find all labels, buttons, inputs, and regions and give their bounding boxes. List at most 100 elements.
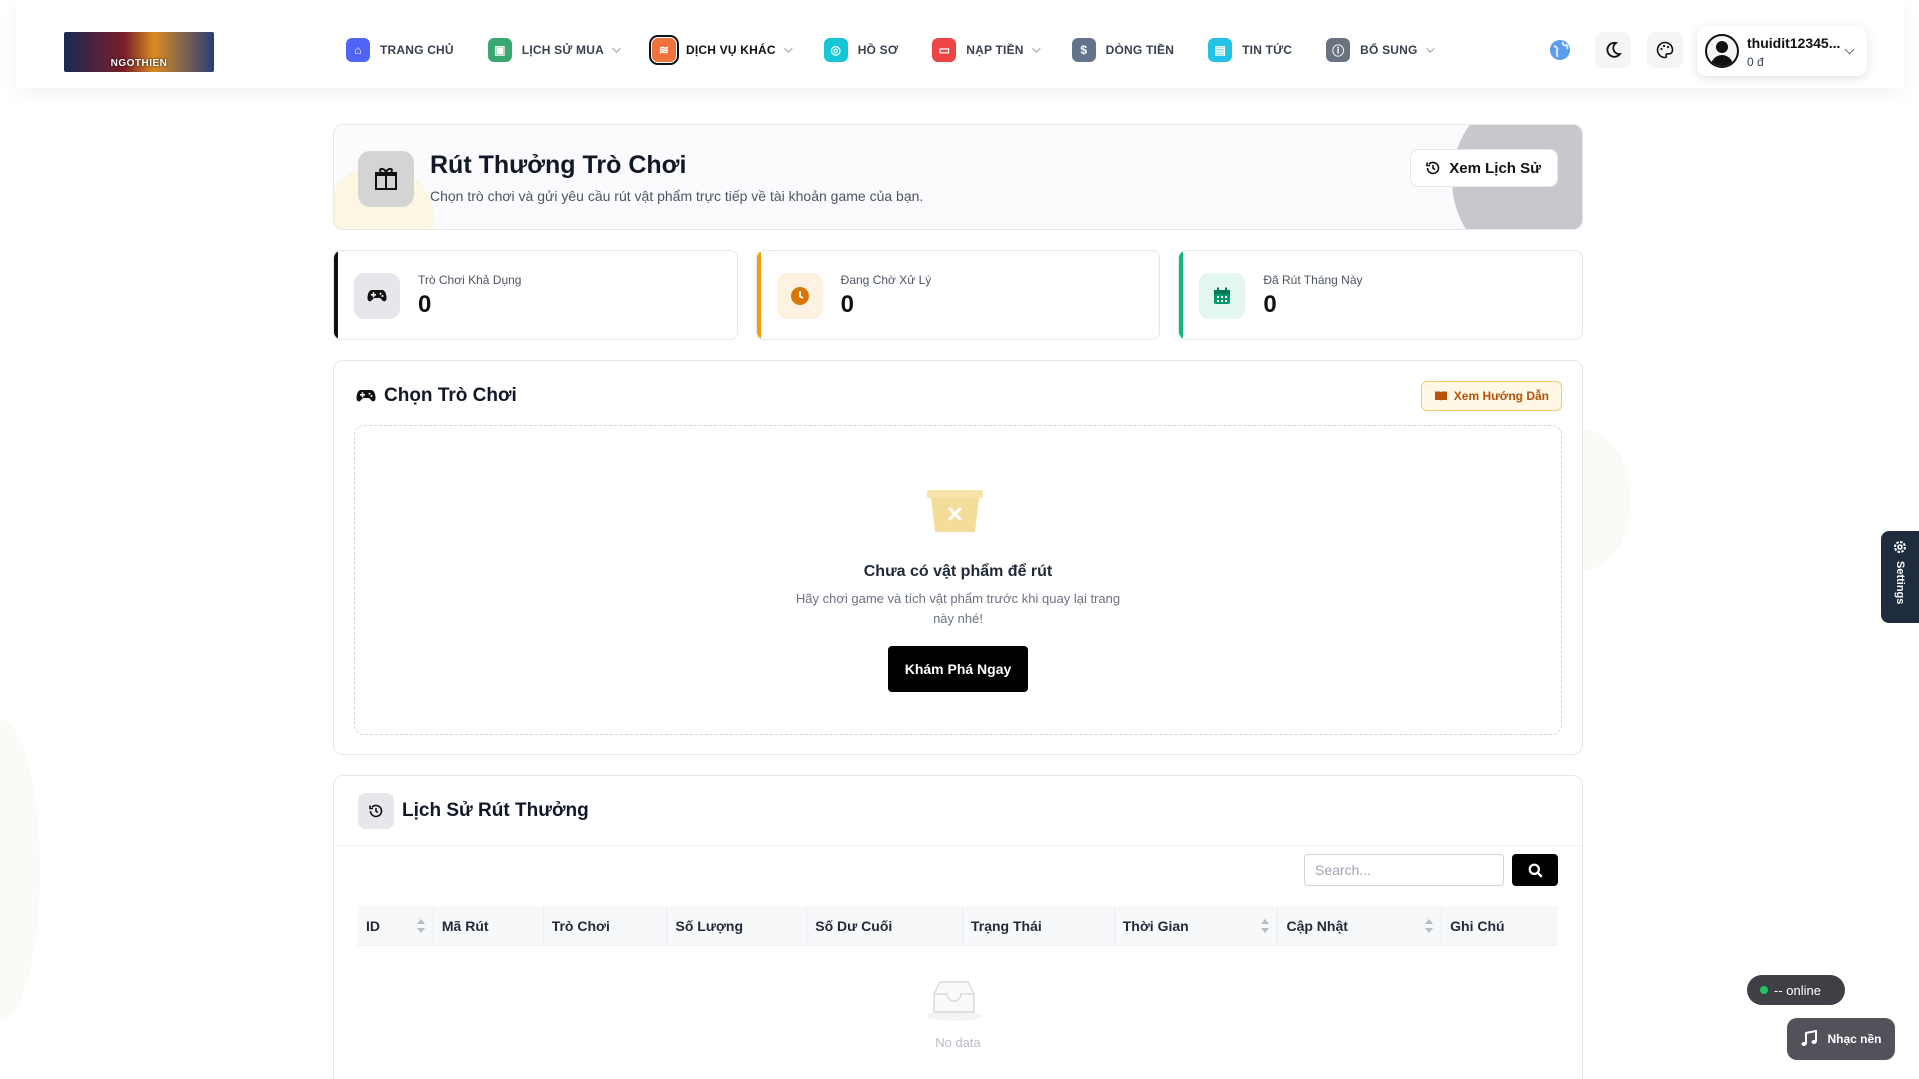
table-header: ID Mã Rút Trò Chơi Số Lượng Số Dư Cuối Trạng … (358, 906, 1558, 946)
column-header-label: Số Lượng (675, 917, 744, 934)
nav-item-label: DÒNG TIỀN (1105, 43, 1175, 57)
info-icon: ⓘ (1326, 38, 1351, 62)
stat-value: 0 (418, 291, 432, 318)
column-header[interactable]: Cập Nhật (1278, 906, 1443, 945)
top-navbar: NGOTHIEN ⌂ TRANG CHỦ ▣ LỊCH SỬ MUA ≋ DỊCH VỤ … (16, 0, 1904, 88)
stat-label: Đã Rút Tháng Này (1263, 273, 1363, 287)
wallet-icon: ▭ (932, 38, 957, 62)
stat-accent-bar (756, 251, 761, 339)
moon-icon (1606, 41, 1622, 58)
nav-item-4[interactable]: ▭ NẠP TIỀN (932, 38, 1041, 62)
stat-value: 0 (1263, 291, 1277, 318)
section-title-text: Chọn Trò Chơi (384, 385, 517, 406)
column-header-label: Cập Nhật (1286, 917, 1348, 934)
background-music-button[interactable]: Nhạc nền (1787, 1018, 1895, 1060)
view-history-label: Xem Lịch Sử (1449, 159, 1541, 177)
news-icon: ▤ (1208, 38, 1233, 62)
page-subtitle: Chọn trò chơi và gửi yêu cầu rút vật phẩ… (430, 188, 924, 204)
user-circle-icon: ◎ (823, 38, 848, 62)
gamepad-icon (356, 390, 376, 402)
column-header[interactable]: Số Dư Cuối (807, 906, 963, 945)
page-title: Rút Thưởng Trò Chơi (430, 151, 687, 179)
search-input[interactable] (1304, 854, 1504, 886)
choose-game-card: Chọn Trò Chơi Xem Hướng Dẫn Chưa có vật … (333, 360, 1583, 755)
search-icon (1528, 863, 1543, 878)
clock-icon (776, 273, 823, 319)
user-balance: 0 đ (1747, 55, 1764, 69)
chevron-down-icon (612, 44, 621, 53)
gear-icon (1894, 541, 1906, 553)
nav-item-label: HỒ SƠ (857, 43, 899, 57)
history-title: Lịch Sử Rút Thưởng (402, 800, 589, 821)
view-guide-label: Xem Hướng Dẫn (1453, 389, 1549, 403)
column-header-label: Số Dư Cuối (815, 917, 893, 934)
nav-item-6[interactable]: ▤ TIN TỨC (1208, 38, 1292, 62)
gamepad-icon (354, 273, 400, 319)
column-header[interactable]: Trạng Thái (963, 906, 1115, 945)
background-shape (0, 720, 40, 1020)
dollar-icon: $ (1071, 38, 1096, 62)
main-nav: ⌂ TRANG CHỦ ▣ LỊCH SỬ MUA ≋ DỊCH VỤ KHÁC ◎ HỒ S… (346, 35, 1466, 65)
column-header[interactable]: Số Lượng (667, 906, 808, 945)
nav-item-1[interactable]: ▣ LỊCH SỬ MUA (487, 38, 621, 62)
home-icon: ⌂ (346, 38, 370, 62)
empty-description: Hãy chơi game và tích vật phẩm trước khi… (795, 591, 1121, 626)
background-music-label: Nhạc nền (1827, 1032, 1882, 1046)
nav-item-7[interactable]: ⓘ BỔ SUNG (1326, 38, 1435, 62)
dark-mode-button[interactable] (1595, 32, 1631, 68)
nav-item-2[interactable]: ≋ DỊCH VỤ KHÁC (648, 35, 793, 65)
chevron-down-icon (1425, 44, 1435, 53)
settings-side-tab[interactable]: Settings (1881, 531, 1919, 623)
nav-item-5[interactable]: $ DÒNG TIỀN (1071, 38, 1175, 62)
logo-text: NGOTHIEN (110, 58, 168, 69)
nav-item-label: DỊCH VỤ KHÁC (685, 43, 776, 57)
view-history-button[interactable]: Xem Lịch Sử (1410, 149, 1558, 187)
site-logo[interactable]: NGOTHIEN (64, 32, 214, 72)
calendar-icon (1199, 273, 1246, 319)
online-status-badge: -- online (1747, 975, 1845, 1005)
avatar (1705, 34, 1739, 68)
nav-item-label: BỔ SUNG (1360, 43, 1418, 57)
stat-card: Đã Rút Tháng Này 0 (1178, 250, 1584, 340)
stat-accent-bar (1179, 251, 1184, 339)
stat-card: Đang Chờ Xử Lý 0 (755, 250, 1161, 340)
column-header-label: Thời Gian (1122, 917, 1189, 934)
history-icon (358, 793, 394, 829)
column-header[interactable]: ID (358, 906, 434, 945)
explore-now-button[interactable]: Khám Phá Ngay (888, 646, 1028, 692)
stat-label: Đang Chờ Xử Lý (840, 273, 932, 287)
view-guide-button[interactable]: Xem Hướng Dẫn (1420, 381, 1562, 411)
nav-item-0[interactable]: ⌂ TRANG CHỦ (346, 38, 454, 62)
section-title: Chọn Trò Chơi (356, 385, 517, 407)
nav-item-label: NẠP TIỀN (966, 43, 1024, 57)
theme-palette-button[interactable] (1647, 32, 1683, 68)
column-header-label: Mã Rút (441, 917, 489, 934)
sort-icon[interactable] (416, 919, 425, 933)
page-header-card: Rút Thưởng Trò Chơi Chọn trò chơi và gửi… (333, 124, 1583, 230)
sort-icon[interactable] (1425, 919, 1434, 933)
user-menu[interactable]: thuidit12345... 0 đ (1697, 26, 1867, 76)
column-header-label: Trạng Thái (970, 917, 1042, 934)
history-icon (1426, 161, 1440, 175)
empty-title: Chưa có vật phẩm để rút (863, 563, 1053, 580)
column-header[interactable]: Ghi Chú (1442, 906, 1558, 945)
column-header[interactable]: Trò Chơi (544, 906, 668, 945)
globe-icon (1550, 40, 1570, 60)
stat-card: Trò Chơi Khả Dụng 0 (333, 250, 738, 340)
stats-row: Trò Chơi Khả Dụng 0 Đang Chờ Xử Lý 0 Đã Rút … (333, 250, 1584, 340)
nav-item-3[interactable]: ◎ HỒ SƠ (823, 38, 899, 62)
sort-icon[interactable] (1261, 919, 1270, 933)
chevron-down-icon (1031, 44, 1041, 53)
withdraw-history-card: Lịch Sử Rút Thưởng ID Mã Rút Trò Chơi Số Lư… (333, 775, 1583, 1079)
nav-item-label: LỊCH SỬ MUA (521, 43, 604, 57)
search-button[interactable] (1512, 854, 1558, 886)
online-count: -- online (1774, 982, 1821, 998)
language-button[interactable] (1542, 32, 1578, 68)
main-content: Rút Thưởng Trò Chơi Chọn trò chơi và gửi… (333, 124, 1584, 1079)
column-header[interactable]: Thời Gian (1115, 906, 1279, 945)
stat-accent-bar (334, 251, 338, 339)
chevron-down-icon (783, 44, 793, 53)
column-header[interactable]: Mã Rút (434, 906, 544, 945)
user-name: thuidit12345... (1747, 35, 1841, 51)
empty-inbox-icon (926, 981, 982, 1021)
